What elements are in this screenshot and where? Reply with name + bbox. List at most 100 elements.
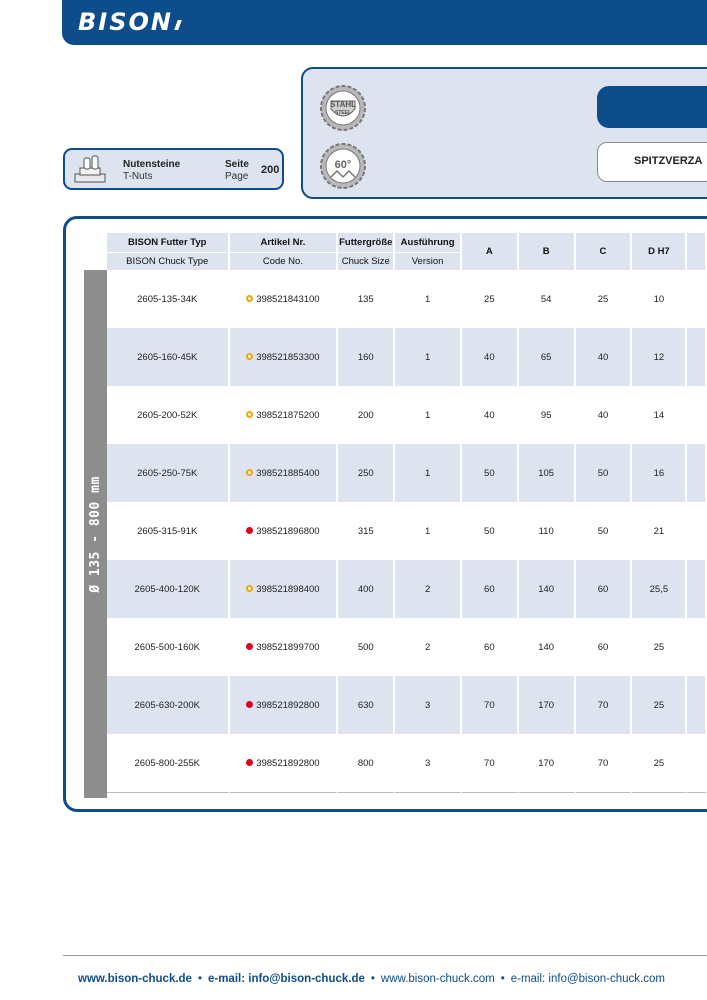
availability-ring-icon [246, 468, 254, 476]
cell-version: 1 [395, 270, 462, 328]
cell-cut [687, 676, 707, 734]
spec-table: BISON Futter Typ Artikel Nr. Futtergröße… [107, 233, 707, 793]
cell-chuck-size: 400 [338, 560, 396, 618]
col-header-a: A [461, 233, 519, 270]
cell-code-no: 398521896800 [230, 502, 339, 560]
cell-chuck-size: 250 [338, 444, 396, 502]
cell-chuck-type: 2605-500-160K [107, 618, 230, 676]
footer-mail-de[interactable]: e-mail: info@bison-chuck.de [208, 973, 365, 985]
cell-dim-d: 10 [632, 270, 688, 328]
cell-cut [687, 734, 707, 793]
cell-code-no: 398521885400 [229, 444, 339, 502]
cell-cut [687, 444, 707, 502]
cell-dim-c: 60 [576, 618, 633, 676]
cell-dim-d: 25 [632, 618, 688, 676]
code-number: 398521892800 [256, 757, 320, 769]
cell-dim-b: 105 [518, 444, 576, 502]
availability-ring-icon [246, 584, 254, 592]
brand-header-bar: BISON [62, 0, 707, 45]
page-number: 200 [261, 164, 280, 176]
availability-dot-icon [246, 642, 254, 650]
col-header-cut [687, 233, 707, 270]
badge-steel-de: STAHL [330, 100, 356, 109]
cell-code-no: 398521875200 [230, 386, 339, 444]
code-number: 398521898400 [256, 583, 320, 595]
cell-cut [687, 328, 707, 386]
cell-dim-d: 25 [632, 734, 688, 793]
cell-dim-d: 25,5 [632, 560, 688, 618]
seite-label: Seite [225, 159, 249, 170]
footer-separator: • [500, 973, 505, 985]
cell-cut [687, 270, 707, 328]
table-row: 2605-500-160K 398521899700 500 2 60 140 60 25 [107, 618, 707, 676]
table-row: 2605-200-52K 398521875200 200 1 40 95 40 14 [107, 386, 707, 444]
cell-code-no: 398521892800 [229, 676, 339, 734]
cell-chuck-type: 2605-250-75K [107, 444, 230, 502]
col-subheader-size: Chuck Size [338, 252, 396, 270]
cell-chuck-type: 2605-400-120K [107, 560, 230, 618]
table-row: 2605-630-200K 398521892800 630 3 70 170 70 25 [107, 676, 707, 734]
cell-chuck-type: 2605-630-200K [107, 676, 230, 734]
cell-code-no: 398521898400 [229, 560, 339, 618]
cell-chuck-size: 200 [338, 386, 396, 444]
cell-dim-a: 50 [462, 502, 519, 560]
cell-dim-b: 140 [519, 618, 576, 676]
cell-dim-b: 140 [518, 560, 576, 618]
cell-chuck-size: 630 [338, 676, 396, 734]
cell-cut [687, 386, 707, 444]
cell-chuck-type: 2605-160-45K [107, 328, 230, 386]
cell-code-no: 398521853300 [229, 328, 339, 386]
footer-web-com[interactable]: www.bison-chuck.com [381, 973, 495, 985]
cell-dim-a: 40 [462, 386, 519, 444]
code-number: 398521899700 [256, 641, 320, 653]
cell-dim-a: 60 [461, 560, 519, 618]
product-title-pill [597, 86, 707, 128]
cell-version: 2 [395, 618, 462, 676]
cell-code-no: 398521892800 [229, 734, 339, 793]
cell-chuck-type: 2605-800-255K [107, 734, 230, 793]
tnut-subtitle: T-Nuts [123, 171, 153, 182]
code-number: 398521843100 [256, 293, 320, 305]
cell-version: 1 [395, 444, 462, 502]
cell-code-no: 398521899700 [230, 618, 339, 676]
tnut-reference-box[interactable]: Nutensteine T-Nuts Seite Page 200 [63, 148, 284, 190]
availability-ring-icon [246, 352, 254, 360]
badge-steel-en: STEEL [335, 110, 351, 116]
col-header-size: Futtergröße [338, 233, 396, 252]
col-subheader-code: Code No. [229, 252, 339, 270]
cell-version: 1 [395, 328, 462, 386]
cell-dim-d: 25 [632, 676, 688, 734]
footer-web-de[interactable]: www.bison-chuck.de [78, 973, 192, 985]
cell-dim-c: 40 [575, 328, 633, 386]
cell-chuck-type: 2605-200-52K [107, 386, 230, 444]
availability-ring-icon [246, 294, 254, 302]
size-range-text: Ø 135 - 800 mm [88, 475, 104, 593]
cell-dim-c: 50 [575, 444, 633, 502]
badge-angle-text: 60° [335, 159, 352, 171]
bison-logo[interactable]: BISON [78, 8, 188, 36]
col-subheader-typ: BISON Chuck Type [107, 252, 230, 270]
cell-version: 2 [395, 560, 462, 618]
footer-separator: • [197, 973, 202, 985]
cell-dim-d: 14 [632, 386, 688, 444]
cell-dim-a: 50 [461, 444, 519, 502]
table-row: 2605-135-34K 398521843100 135 1 25 54 25 10 [107, 270, 707, 328]
cell-cut [687, 618, 707, 676]
footer-mail-com[interactable]: e-mail: info@bison-chuck.com [511, 973, 665, 985]
table-row: 2605-160-45K 398521853300 160 1 40 65 40 12 [107, 328, 707, 386]
cell-cut [687, 560, 707, 618]
cell-dim-d: 21 [632, 502, 688, 560]
cell-dim-b: 170 [518, 734, 576, 793]
col-header-version: Ausführung [395, 233, 462, 252]
cell-chuck-type: 2605-135-34K [107, 270, 230, 328]
cell-version: 3 [395, 676, 462, 734]
product-subtitle: SPITZVERZA [634, 155, 703, 167]
cell-dim-d: 12 [632, 328, 688, 386]
availability-dot-icon [246, 700, 254, 708]
cell-dim-b: 95 [519, 386, 576, 444]
cell-dim-a: 25 [462, 270, 519, 328]
table-row: 2605-250-75K 398521885400 250 1 50 105 50 16 [107, 444, 707, 502]
table-row: 2605-315-91K 398521896800 315 1 50 110 50 21 [107, 502, 707, 560]
col-subheader-version: Version [395, 252, 462, 270]
header-row-de: BISON Futter Typ Artikel Nr. Futtergröße… [107, 233, 707, 270]
